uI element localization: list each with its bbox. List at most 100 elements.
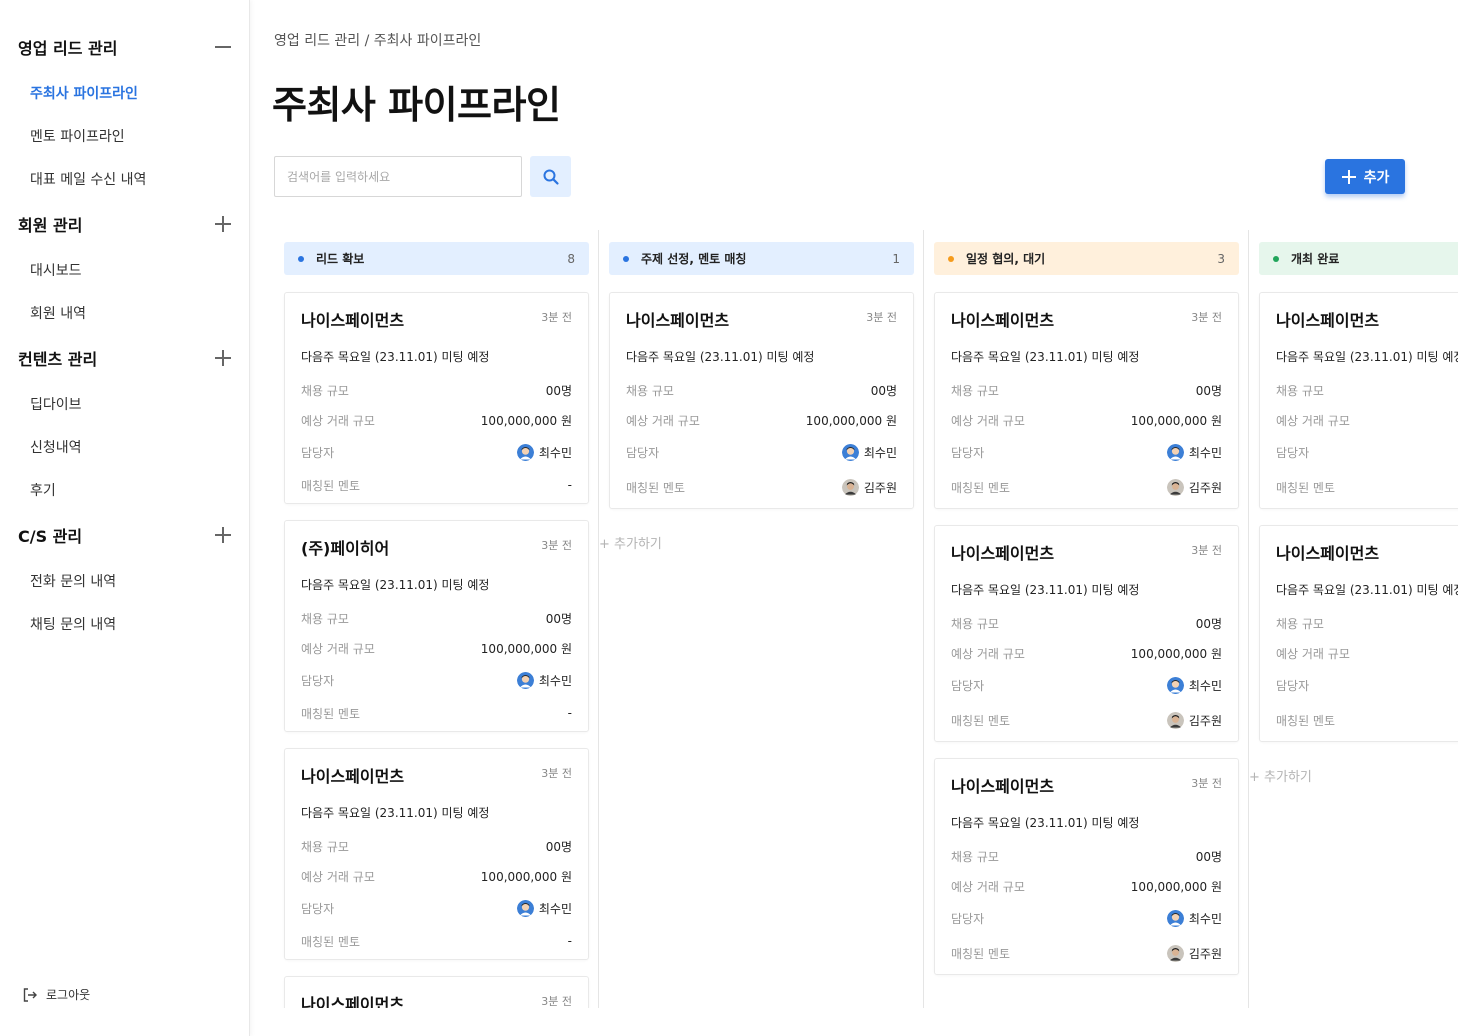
- status-dot: [948, 255, 954, 262]
- card-row-hiring-size: 채용 규모 00명: [951, 847, 1222, 865]
- card-row-deal-size-value: 100,000,000 원: [481, 640, 572, 657]
- card-row-manager-text: 최수민: [1188, 678, 1222, 693]
- card-row-manager-text: 최수민: [1188, 911, 1222, 926]
- plus-icon[interactable]: [214, 526, 232, 544]
- column-title: 주제 선정, 멘토 매칭: [641, 252, 747, 266]
- card-row-deal-size-label: 예상 거래 규모: [951, 413, 1025, 428]
- plus-icon[interactable]: [214, 349, 232, 367]
- status-dot: [1273, 255, 1279, 262]
- lead-card[interactable]: 나이스페이먼츠 3분 전 다음주 목요일 (23.11.01) 미팅 예정 채용 규모…: [609, 292, 914, 509]
- card-company-name: 나이스페이먼츠: [951, 777, 1055, 796]
- card-meeting-schedule: 다음주 목요일 (23.11.01) 미팅 예정: [951, 583, 1140, 597]
- card-row-mentor: 매칭된 멘토 김주원: [951, 711, 1222, 729]
- card-row-deal-size: 예상 거래 규모 100,000,000 원: [626, 411, 897, 429]
- card-row-hiring-size-label: 채용 규모: [301, 611, 349, 626]
- card-company-name: 나이스페이먼츠: [626, 311, 730, 330]
- card-row-manager-label: 담당자: [951, 445, 985, 460]
- column-count: 8: [567, 251, 575, 266]
- search-input[interactable]: [274, 156, 522, 197]
- card-row-hiring-size-text: 00명: [1195, 383, 1222, 398]
- card-row-mentor-label: 매칭된 멘토: [1276, 480, 1336, 495]
- column-header: 일정 협의, 대기 3: [934, 242, 1239, 275]
- sidebar-item-rep-mail[interactable]: 대표 메일 수신 내역: [30, 169, 146, 189]
- card-timestamp: 3분 전: [1191, 544, 1222, 557]
- card-row-hiring-size-text: 00명: [545, 839, 572, 854]
- card-row-manager-value: 최수민: [516, 899, 572, 917]
- column-scheduling: 일정 협의, 대기 3 나이스페이먼츠 3분 전다음주 목요일 (23.11.01) …: [924, 230, 1249, 1008]
- card-row-hiring-size-value: 00명: [546, 838, 572, 855]
- card-row-manager-value: 최수민: [1166, 676, 1222, 694]
- card-row-mentor-label: 매칭된 멘토: [1276, 713, 1336, 728]
- sidebar-section-contents[interactable]: 컨텐츠 관리: [18, 345, 232, 371]
- lead-card[interactable]: 나이스페이먼츠 3분 전 다음주 목요일 (23.11.01) 미팅 예정 채용 규모…: [934, 758, 1239, 975]
- card-meeting-schedule: 다음주 목요일 (23.11.01) 미팅 예정: [1276, 350, 1458, 364]
- card-row-hiring-size-text: 00명: [545, 383, 572, 398]
- lead-card[interactable]: 나이스페이먼츠 3분 전 다음주 목요일 (23.11.01) 미팅 예정 채용 규모…: [284, 748, 589, 960]
- plus-icon: [1341, 169, 1356, 184]
- search-button[interactable]: [530, 156, 571, 197]
- lead-card[interactable]: 나이스페이먼츠 3분 전 다음주 목요일 (23.11.01) 미팅 예정 채용 규모…: [934, 525, 1239, 742]
- card-row-manager: 담당자 최수민: [301, 443, 572, 461]
- lead-card[interactable]: 나이스페이먼츠 3분 전: [284, 976, 589, 1008]
- sidebar-section-cs[interactable]: C/S 관리: [18, 522, 232, 548]
- card-row-mentor-label: 매칭된 멘토: [951, 713, 1011, 728]
- avatar: [1166, 711, 1184, 729]
- card-row-manager: 담당자 최수민: [951, 909, 1222, 927]
- card-row-deal-size-value: 100,000,000 원: [806, 412, 897, 429]
- card-row-manager-text: 최수민: [1188, 445, 1222, 460]
- card-row-mentor: 매칭된 멘토 김주원: [951, 944, 1222, 962]
- lead-card[interactable]: 나이스페이먼츠 3분 전 다음주 목요일 (23.11.01) 미팅 예정 채용 규모…: [934, 292, 1239, 509]
- card-meeting-schedule: 다음주 목요일 (23.11.01) 미팅 예정: [301, 350, 490, 364]
- card-row-manager-value: 최수민: [841, 443, 897, 461]
- card-row-manager-text: 최수민: [863, 445, 897, 460]
- card-row-mentor: 매칭된 멘토 -: [301, 476, 572, 494]
- page-title: 주최사 파이프라인: [272, 83, 561, 127]
- sidebar-section-members[interactable]: 회원 관리: [18, 211, 232, 237]
- card-company-name: 나이스페이먼츠: [301, 995, 405, 1008]
- card-meeting-schedule: 다음주 목요일 (23.11.01) 미팅 예정: [301, 806, 490, 820]
- avatar: [1166, 478, 1184, 496]
- sidebar-item-applications[interactable]: 신청내역: [30, 437, 82, 457]
- column-header: 개최 완료: [1259, 242, 1458, 275]
- sidebar-item-phone-inquiries[interactable]: 전화 문의 내역: [30, 571, 116, 591]
- card-row-deal-size-value: 100,000,000 원: [481, 412, 572, 429]
- add-button[interactable]: 추가: [1325, 159, 1405, 194]
- lead-card[interactable]: 나이스페이먼츠 3분 전 다음주 목요일 (23.11.01) 미팅 예정 채용 규모…: [284, 292, 589, 504]
- card-meeting-schedule: 다음주 목요일 (23.11.01) 미팅 예정: [1276, 583, 1458, 597]
- sidebar-item-reviews[interactable]: 후기: [30, 480, 56, 500]
- card-company-name: 나이스페이먼츠: [951, 311, 1055, 330]
- sidebar-item-chat-inquiries[interactable]: 채팅 문의 내역: [30, 614, 116, 634]
- card-row-mentor-text: -: [567, 934, 572, 948]
- column-title: 개최 완료: [1291, 252, 1340, 266]
- plus-icon[interactable]: [214, 215, 232, 233]
- card-meeting-schedule: 다음주 목요일 (23.11.01) 미팅 예정: [951, 816, 1140, 830]
- card-timestamp: 3분 전: [1191, 311, 1222, 324]
- card-row-mentor-text: 김주원: [1188, 946, 1222, 961]
- card-row-hiring-size-label: 채용 규모: [951, 849, 999, 864]
- lead-card[interactable]: 나이스페이먼츠 다음주 목요일 (23.11.01) 미팅 예정 채용 규모 예상 거…: [1259, 292, 1458, 509]
- kanban-board: 리드 확보 8 나이스페이먼츠 3분 전 다음주 목요일 (23.11.01) 미팅 예…: [274, 230, 1458, 1008]
- add-card-link[interactable]: + 추가하기: [599, 533, 662, 552]
- card-row-deal-size-text: 100,000,000 원: [480, 641, 572, 656]
- card-row-deal-size-text: 100,000,000 원: [1130, 413, 1222, 428]
- logout-button[interactable]: 로그아웃: [22, 986, 90, 1003]
- minus-icon[interactable]: [214, 38, 232, 56]
- card-row-deal-size-label: 예상 거래 규모: [951, 646, 1025, 661]
- sidebar-item-dashboard[interactable]: 대시보드: [30, 260, 82, 280]
- avatar: [1166, 909, 1184, 927]
- add-card-link[interactable]: + 추가하기: [1249, 766, 1312, 785]
- lead-card[interactable]: (주)페이히어 3분 전 다음주 목요일 (23.11.01) 미팅 예정 채용 규모…: [284, 520, 589, 732]
- sidebar-item-deepdive[interactable]: 딥다이브: [30, 394, 82, 414]
- card-row-deal-size: 예상 거래 규모 100,000,000 원: [301, 639, 572, 657]
- lead-card[interactable]: 나이스페이먼츠 다음주 목요일 (23.11.01) 미팅 예정 채용 규모 예상 거…: [1259, 525, 1458, 742]
- sidebar-item-host-pipeline[interactable]: 주최사 파이프라인: [30, 83, 138, 103]
- sidebar-section-sales-lead[interactable]: 영업 리드 관리: [18, 34, 232, 60]
- card-row-hiring-size-value: 00명: [546, 610, 572, 627]
- status-dot: [623, 255, 629, 262]
- card-row-deal-size-text: 100,000,000 원: [1130, 646, 1222, 661]
- sidebar-item-member-list[interactable]: 회원 내역: [30, 303, 86, 323]
- card-row-manager-label: 담당자: [1276, 678, 1310, 693]
- card-row-mentor-label: 매칭된 멘토: [301, 478, 361, 493]
- avatar: [1166, 443, 1184, 461]
- sidebar-item-mentor-pipeline[interactable]: 멘토 파이프라인: [30, 126, 125, 146]
